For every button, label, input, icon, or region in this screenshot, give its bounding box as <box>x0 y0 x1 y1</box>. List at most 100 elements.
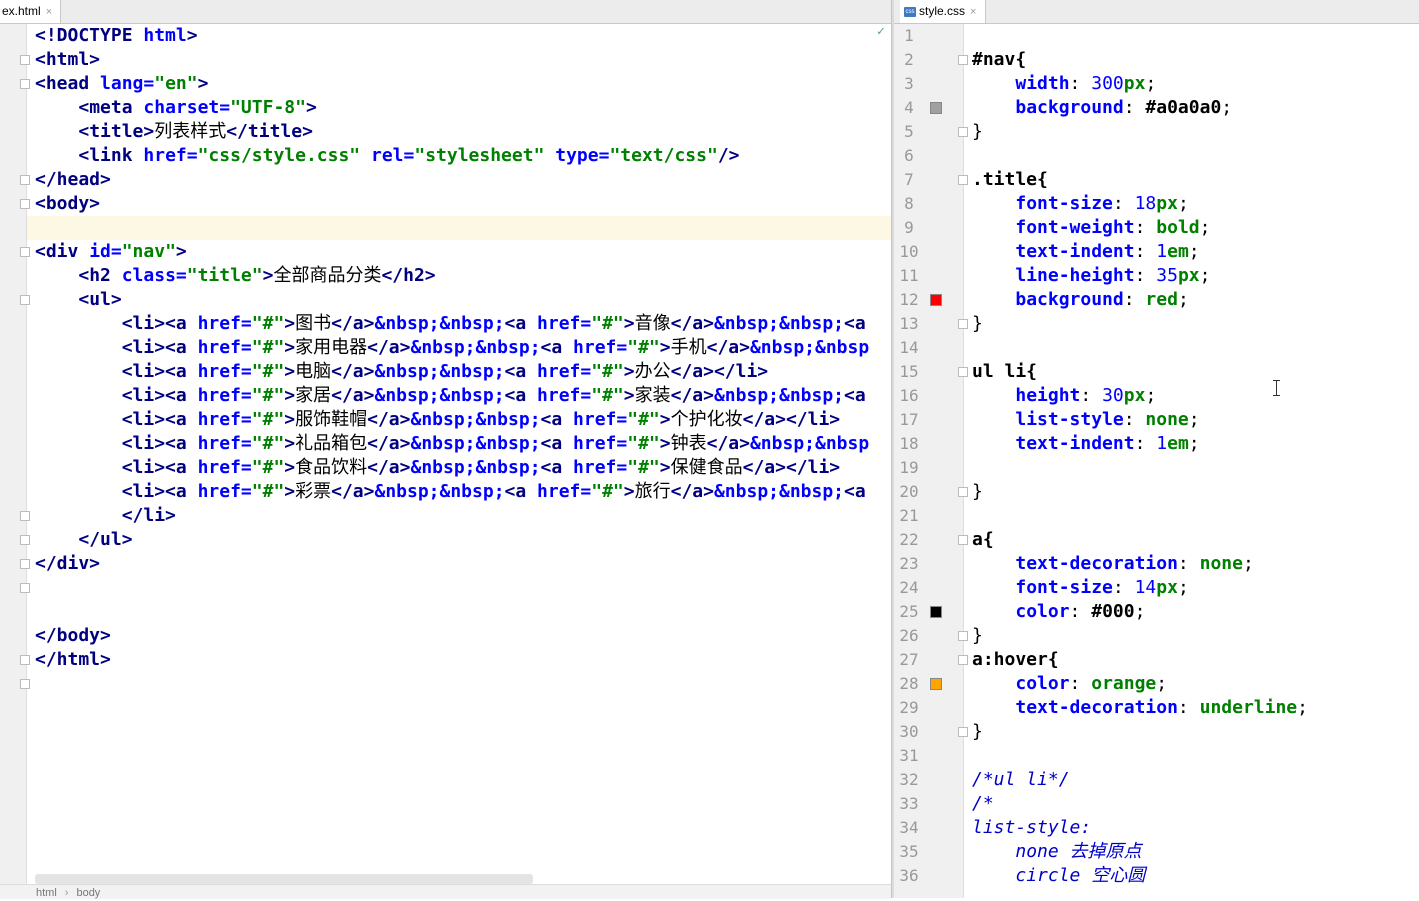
tab-ex-html[interactable]: ex.html × <box>0 0 61 23</box>
css-code[interactable]: #nav{ width: 300px; background: #a0a0a0;… <box>972 24 1308 888</box>
css-line[interactable]: list-style: <box>972 816 1308 840</box>
css-line[interactable]: } <box>972 120 1308 144</box>
fold-toggle-icon[interactable] <box>20 679 30 689</box>
fold-toggle-icon[interactable] <box>958 319 968 329</box>
css-line[interactable]: text-indent: 1em; <box>972 240 1308 264</box>
css-line[interactable]: } <box>972 720 1308 744</box>
fold-toggle-icon[interactable] <box>20 583 30 593</box>
fold-toggle-icon[interactable] <box>20 55 30 65</box>
html-line[interactable]: <li><a href="#">家用电器</a>&nbsp;&nbsp;<a h… <box>35 336 869 360</box>
color-swatch[interactable] <box>930 606 942 618</box>
horizontal-scrollbar[interactable] <box>35 874 533 884</box>
html-line[interactable]: <li><a href="#">图书</a>&nbsp;&nbsp;<a hre… <box>35 312 869 336</box>
css-line[interactable] <box>972 456 1308 480</box>
html-line[interactable]: <!DOCTYPE html> <box>35 24 869 48</box>
fold-toggle-icon[interactable] <box>958 535 968 545</box>
html-line[interactable]: <li><a href="#">彩票</a>&nbsp;&nbsp;<a hre… <box>35 480 869 504</box>
css-line[interactable]: background: red; <box>972 288 1308 312</box>
fold-toggle-icon[interactable] <box>20 559 30 569</box>
fold-toggle-icon[interactable] <box>958 127 968 137</box>
fold-toggle-icon[interactable] <box>958 727 968 737</box>
color-swatch[interactable] <box>930 678 942 690</box>
css-line[interactable]: list-style: none; <box>972 408 1308 432</box>
fold-toggle-icon[interactable] <box>958 175 968 185</box>
html-line[interactable]: </head> <box>35 168 869 192</box>
html-line[interactable]: <ul> <box>35 288 869 312</box>
css-line[interactable]: height: 30px; <box>972 384 1308 408</box>
html-editor[interactable]: ✓ <!DOCTYPE html> <html> <head lang="en"> … <box>0 24 891 884</box>
color-swatch[interactable] <box>930 294 942 306</box>
css-line[interactable]: ul li{ <box>972 360 1308 384</box>
css-line[interactable]: circle 空心圆 <box>972 864 1308 888</box>
html-code[interactable]: <!DOCTYPE html> <html> <head lang="en"> <m… <box>35 24 869 672</box>
html-line[interactable] <box>35 576 869 600</box>
close-icon[interactable]: × <box>46 6 52 18</box>
breadcrumb-html[interactable]: html <box>36 887 57 899</box>
css-line[interactable]: a{ <box>972 528 1308 552</box>
html-line[interactable]: <li><a href="#">电脑</a>&nbsp;&nbsp;<a hre… <box>35 360 869 384</box>
css-line[interactable]: color: #000; <box>972 600 1308 624</box>
fold-toggle-icon[interactable] <box>958 55 968 65</box>
fold-toggle-icon[interactable] <box>20 511 30 521</box>
fold-toggle-icon[interactable] <box>20 655 30 665</box>
css-line[interactable]: } <box>972 624 1308 648</box>
html-line[interactable]: <title>列表样式</title> <box>35 120 869 144</box>
css-line[interactable]: font-size: 14px; <box>972 576 1308 600</box>
html-line[interactable]: <link href="css/style.css" rel="styleshe… <box>35 144 869 168</box>
close-icon[interactable]: × <box>970 6 976 18</box>
color-swatch[interactable] <box>930 102 942 114</box>
html-line[interactable]: <div id="nav"> <box>35 240 869 264</box>
html-line[interactable]: <li><a href="#">家居</a>&nbsp;&nbsp;<a hre… <box>35 384 869 408</box>
css-line[interactable] <box>972 336 1308 360</box>
tab-style-css[interactable]: css style.css × <box>900 0 986 23</box>
css-line[interactable]: #nav{ <box>972 48 1308 72</box>
css-line[interactable]: a:hover{ <box>972 648 1308 672</box>
css-line[interactable] <box>972 24 1308 48</box>
html-line[interactable]: <head lang="en"> <box>35 72 869 96</box>
css-line[interactable]: text-indent: 1em; <box>972 432 1308 456</box>
css-line[interactable]: .title{ <box>972 168 1308 192</box>
html-line[interactable]: <body> <box>35 192 869 216</box>
css-line[interactable]: } <box>972 480 1308 504</box>
css-line[interactable] <box>972 144 1308 168</box>
fold-toggle-icon[interactable] <box>958 487 968 497</box>
css-line[interactable]: font-size: 18px; <box>972 192 1308 216</box>
fold-toggle-icon[interactable] <box>20 79 30 89</box>
css-line[interactable]: text-decoration: none; <box>972 552 1308 576</box>
html-line[interactable]: <html> <box>35 48 869 72</box>
fold-toggle-icon[interactable] <box>958 367 968 377</box>
html-line[interactable]: </html> <box>35 648 869 672</box>
css-line[interactable] <box>972 504 1308 528</box>
html-line[interactable]: </div> <box>35 552 869 576</box>
fold-toggle-icon[interactable] <box>20 247 30 257</box>
css-line[interactable]: text-decoration: underline; <box>972 696 1308 720</box>
html-line[interactable]: <h2 class="title">全部商品分类</h2> <box>35 264 869 288</box>
html-line[interactable] <box>35 216 869 240</box>
html-line[interactable]: </body> <box>35 624 869 648</box>
css-line[interactable] <box>972 744 1308 768</box>
html-line[interactable]: <li><a href="#">服饰鞋帽</a>&nbsp;&nbsp;<a h… <box>35 408 869 432</box>
css-line[interactable]: line-height: 35px; <box>972 264 1308 288</box>
css-line[interactable]: /*ul li*/ <box>972 768 1308 792</box>
css-line[interactable]: none 去掉原点 <box>972 840 1308 864</box>
html-line[interactable]: <li><a href="#">礼品箱包</a>&nbsp;&nbsp;<a h… <box>35 432 869 456</box>
html-line[interactable]: </ul> <box>35 528 869 552</box>
fold-toggle-icon[interactable] <box>958 631 968 641</box>
fold-toggle-icon[interactable] <box>20 535 30 545</box>
css-editor[interactable]: 1 2 3 4 5 6 7 8 9 10 11 12 13 14 15 16 17 18 19 20 21 22 23 24 2… <box>894 24 1419 898</box>
html-line[interactable]: </li> <box>35 504 869 528</box>
html-line[interactable]: <li><a href="#">食品饮料</a>&nbsp;&nbsp;<a h… <box>35 456 869 480</box>
fold-toggle-icon[interactable] <box>20 199 30 209</box>
css-line[interactable]: color: orange; <box>972 672 1308 696</box>
css-line[interactable]: width: 300px; <box>972 72 1308 96</box>
css-line[interactable]: /* <box>972 792 1308 816</box>
breadcrumb-body[interactable]: body <box>76 887 100 899</box>
html-line[interactable] <box>35 600 869 624</box>
fold-toggle-icon[interactable] <box>20 175 30 185</box>
css-line[interactable]: font-weight: bold; <box>972 216 1308 240</box>
css-line[interactable]: } <box>972 312 1308 336</box>
fold-toggle-icon[interactable] <box>20 295 30 305</box>
fold-toggle-icon[interactable] <box>958 655 968 665</box>
css-line[interactable]: background: #a0a0a0; <box>972 96 1308 120</box>
html-line[interactable]: <meta charset="UTF-8"> <box>35 96 869 120</box>
